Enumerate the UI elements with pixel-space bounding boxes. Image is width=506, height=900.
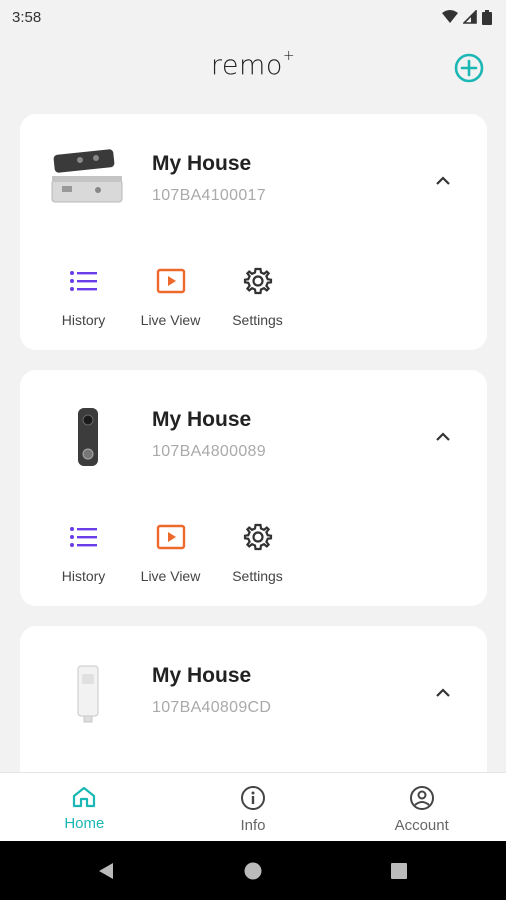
chevron-up-icon	[436, 176, 450, 185]
system-navigation-bar	[0, 841, 506, 900]
collapse-button[interactable]	[430, 171, 456, 191]
chevron-up-icon	[436, 432, 450, 441]
history-label: History	[61, 312, 106, 328]
add-device-button[interactable]	[453, 52, 485, 84]
app-header: remo+	[0, 44, 506, 92]
collapse-button[interactable]	[430, 683, 456, 703]
device-card[interactable]: My House 107BA40809CD	[20, 626, 487, 772]
nav-info[interactable]: Info	[169, 773, 338, 841]
gear-icon	[243, 267, 272, 295]
chevron-up-icon	[436, 688, 450, 697]
device-title: My House	[152, 152, 252, 175]
nav-account[interactable]: Account	[337, 773, 506, 841]
list-icon	[69, 527, 97, 547]
back-icon[interactable]	[96, 861, 116, 881]
device-thumbnail-camera	[48, 146, 128, 216]
plus-circle-icon	[454, 53, 484, 83]
history-button[interactable]: History	[40, 520, 127, 590]
device-serial: 107BA4100017	[152, 187, 266, 204]
device-actions: History Live View Settings	[40, 264, 301, 334]
play-box-icon	[156, 268, 185, 294]
status-bar: 3:58	[0, 0, 506, 34]
nav-home-label: Home	[64, 815, 105, 832]
settings-button[interactable]: Settings	[214, 264, 301, 334]
gear-icon	[243, 523, 272, 551]
device-actions: History Live View Settings	[40, 520, 301, 590]
settings-button[interactable]: Settings	[214, 520, 301, 590]
history-button[interactable]: History	[40, 264, 127, 334]
status-icons	[442, 9, 492, 25]
device-serial: 107BA4800089	[152, 443, 266, 460]
nav-info-label: Info	[240, 817, 266, 834]
live-view-button[interactable]: Live View	[127, 264, 214, 334]
settings-label: Settings	[232, 568, 283, 584]
device-title: My House	[152, 664, 252, 687]
wifi-icon	[442, 10, 458, 23]
device-card[interactable]: My House 107BA4800089 History Live View	[20, 370, 487, 606]
signal-icon	[463, 10, 477, 24]
list-icon	[69, 271, 97, 291]
recents-icon[interactable]	[389, 861, 409, 881]
device-title: My House	[152, 408, 252, 431]
device-serial: 107BA40809CD	[152, 699, 272, 716]
settings-label: Settings	[232, 312, 283, 328]
collapse-button[interactable]	[430, 427, 456, 447]
device-card[interactable]: My House 107BA4100017 History Live View	[20, 114, 487, 350]
live-view-button[interactable]: Live View	[127, 520, 214, 590]
home-icon	[73, 786, 96, 808]
history-label: History	[61, 568, 106, 584]
nav-account-label: Account	[394, 817, 449, 834]
nav-home[interactable]: Home	[0, 773, 169, 841]
device-thumbnail-doorbell	[48, 402, 128, 472]
live-view-label: Live View	[140, 312, 201, 328]
home-circle-icon[interactable]	[243, 861, 263, 881]
device-thumbnail-sensor	[48, 658, 128, 728]
remo-logo: remo+	[210, 48, 296, 81]
live-view-label: Live View	[140, 568, 201, 584]
status-time: 3:58	[12, 8, 42, 26]
play-box-icon	[156, 524, 185, 550]
info-icon	[241, 786, 265, 810]
device-list[interactable]: My House 107BA4100017 History Live View	[0, 112, 506, 772]
account-icon	[409, 786, 434, 810]
bottom-navigation: Home Info Account	[0, 772, 506, 841]
battery-icon	[482, 9, 492, 25]
